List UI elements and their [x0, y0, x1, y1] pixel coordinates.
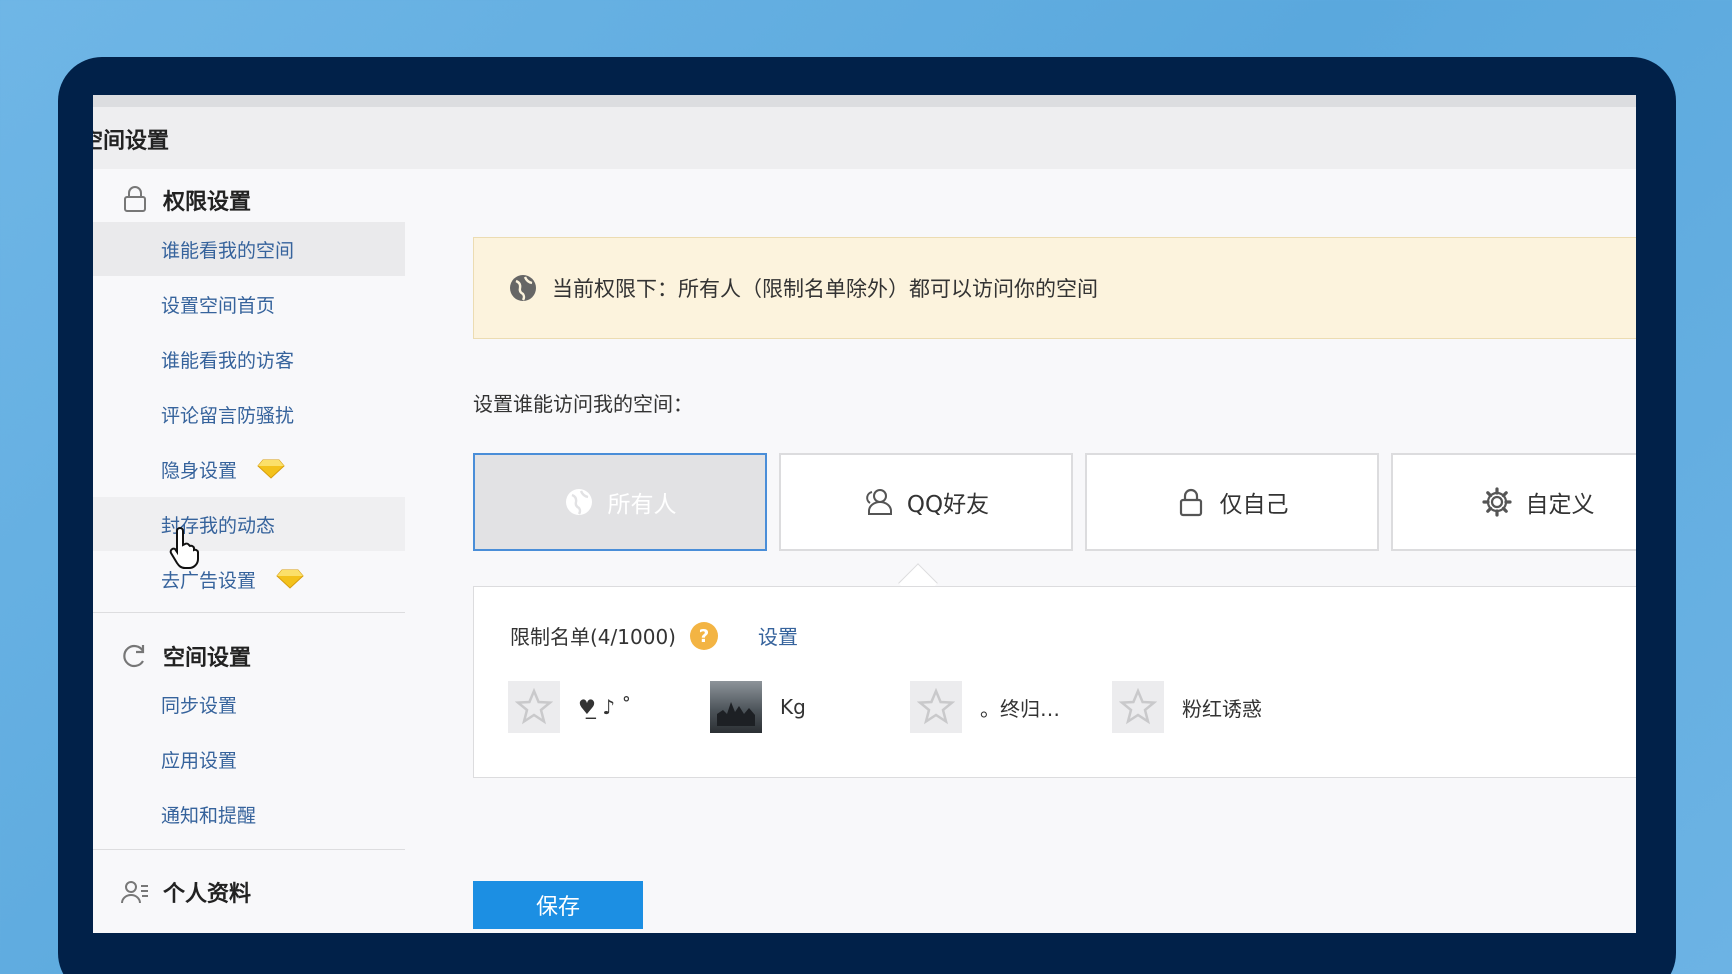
sidebar-item-who-can-see[interactable]: 谁能看我的空间 [93, 222, 405, 276]
option-everyone-label: 所有人 [607, 492, 677, 518]
permission-notice: 当前权限下：所有人（限制名单除外）都可以访问你的空间 [473, 237, 1636, 339]
sidebar-item-archive-feed[interactable]: 封存我的动态 [93, 497, 405, 551]
member-name: Kg [780, 695, 806, 719]
globe-icon [565, 489, 592, 515]
sidebar-item-sync[interactable]: 同步设置 [93, 677, 405, 731]
photo-avatar [710, 681, 762, 733]
star-avatar-icon [508, 681, 560, 733]
restrict-member[interactable]: 粉红诱惑 [1112, 681, 1262, 733]
restrict-member[interactable]: Kg [710, 681, 806, 733]
access-prompt: 设置谁能访问我的空间： [473, 392, 693, 416]
restrict-panel: 限制名单(4/1000) ? 设置 ♥̲ ♪ ˚ Kg 。终归… 粉红诱惑 [473, 586, 1636, 778]
refresh-icon [123, 644, 145, 668]
sidebar-item-apps[interactable]: 应用设置 [93, 732, 405, 786]
sidebar-item-invisible[interactable]: 隐身设置 [93, 442, 405, 496]
section-profile[interactable]: 个人资料 [121, 875, 251, 909]
star-avatar-icon [910, 681, 962, 733]
section-profile-label: 个人资料 [163, 882, 252, 907]
window-title: 空间设置 [93, 129, 170, 154]
app-window: 空间设置 权限设置 谁能看我的空间 设置空间首页 谁能看我的访客 评论留言防骚扰… [93, 95, 1636, 933]
notice-text: 当前权限下：所有人（限制名单除外）都可以访问你的空间 [552, 277, 1098, 301]
member-name: ♥̲ ♪ ˚ [578, 695, 632, 719]
restrict-member[interactable]: 。终归… [910, 681, 1060, 733]
member-name: 。终归… [980, 696, 1060, 721]
hand-cursor-icon [169, 527, 199, 569]
restrict-set-link[interactable]: 设置 [758, 621, 798, 650]
title-bar: 空间设置 [93, 107, 1636, 169]
option-custom[interactable]: 自定义 [1391, 453, 1636, 551]
section-space-label: 空间设置 [163, 646, 252, 671]
option-only-me-label: 仅自己 [1219, 492, 1289, 518]
sidebar: 权限设置 谁能看我的空间 设置空间首页 谁能看我的访客 评论留言防骚扰 隐身设置… [93, 169, 405, 933]
sidebar-divider [93, 849, 405, 850]
option-qq-friends-label: QQ好友 [906, 492, 990, 518]
lock-icon [124, 186, 146, 212]
lock-icon [1179, 488, 1202, 517]
diamond-icon [276, 569, 304, 589]
sidebar-item-home-setting[interactable]: 设置空间首页 [93, 277, 405, 331]
user-profile-icon [121, 881, 148, 904]
sidebar-divider [93, 612, 405, 613]
gear-icon [1481, 487, 1512, 517]
option-everyone[interactable]: 所有人 [473, 453, 767, 551]
section-permission[interactable]: 权限设置 [121, 183, 251, 217]
section-space[interactable]: 空间设置 [121, 639, 251, 673]
globe-icon [510, 275, 536, 301]
option-qq-friends[interactable]: QQ好友 [779, 453, 1073, 551]
top-strip [93, 95, 1636, 107]
friends-icon [866, 489, 892, 515]
sidebar-item-visitors[interactable]: 谁能看我的访客 [93, 332, 405, 386]
sidebar-item-anti-harass[interactable]: 评论留言防骚扰 [93, 387, 405, 441]
option-custom-label: 自定义 [1525, 492, 1595, 518]
option-only-me[interactable]: 仅自己 [1085, 453, 1379, 551]
restrict-member[interactable]: ♥̲ ♪ ˚ [508, 681, 631, 733]
diamond-icon [257, 459, 285, 479]
save-button[interactable]: 保存 [473, 881, 643, 929]
caret-cover [893, 587, 943, 607]
restrict-title: 限制名单(4/1000) [510, 625, 676, 649]
help-icon[interactable]: ? [690, 622, 718, 650]
member-name: 粉红诱惑 [1182, 696, 1262, 721]
section-permission-label: 权限设置 [163, 190, 252, 215]
sidebar-item-notify[interactable]: 通知和提醒 [93, 787, 405, 841]
sidebar-item-remove-ads[interactable]: 去广告设置 [93, 552, 405, 606]
star-avatar-icon [1112, 681, 1164, 733]
